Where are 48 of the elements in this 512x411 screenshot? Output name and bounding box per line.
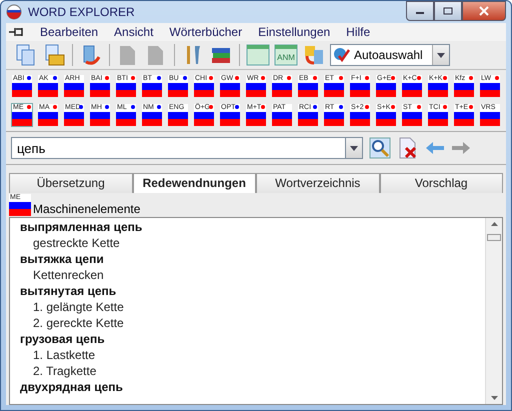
entry-translation: 2. gereckte Kette — [32, 315, 125, 331]
entry-term: грузовая цепь — [20, 331, 106, 347]
copy-icon[interactable] — [16, 44, 36, 66]
globe-check-icon — [333, 46, 351, 64]
search-field[interactable]: цепь — [11, 137, 345, 159]
close-button[interactable] — [462, 1, 506, 21]
entry-translation: gestreckte Kette — [32, 235, 121, 251]
scroll-down-icon[interactable] — [490, 396, 498, 400]
entry-term: выпрямленная цепь — [20, 219, 144, 235]
tab[interactable]: Wortverzeichnis — [256, 173, 380, 193]
scroll-up-icon[interactable] — [490, 222, 498, 226]
caret-icon — [437, 52, 445, 58]
card-icon[interactable]: ANM — [274, 44, 298, 66]
minimize-button[interactable] — [406, 1, 434, 21]
entry-term: вытянутая цепь — [20, 283, 118, 299]
flag-globe-icon — [6, 4, 22, 20]
forward-arrow-icon[interactable] — [451, 141, 471, 155]
menu-item[interactable]: Bearbeiten — [39, 25, 100, 39]
card-icon[interactable] — [246, 44, 270, 66]
menu-item[interactable]: Hilfe — [345, 25, 372, 39]
dictionary-name: Maschinenelemente — [33, 202, 140, 216]
window-title: WORD EXPLORER — [28, 5, 135, 19]
entry-term: вытяжка цепи — [20, 251, 105, 267]
search-icon[interactable] — [369, 137, 391, 159]
menu-item[interactable]: Ansicht — [113, 25, 154, 39]
close-icon — [479, 6, 489, 16]
back-arrow-icon[interactable] — [425, 141, 445, 155]
folder-icon[interactable] — [43, 44, 65, 66]
language-dropdown[interactable]: Autoauswahl — [330, 44, 450, 66]
menu-item[interactable]: Einstellungen — [257, 25, 332, 39]
entry-translation: Kettenrecken — [32, 267, 105, 283]
convert-icon[interactable] — [303, 44, 325, 66]
clear-icon[interactable] — [397, 137, 419, 159]
dropdown-button[interactable] — [345, 137, 363, 159]
scrollbar[interactable] — [485, 218, 502, 404]
menu-item[interactable]: Wörterbücher — [168, 25, 244, 39]
maximize-icon — [443, 7, 453, 15]
pin-icon[interactable] — [9, 27, 25, 37]
entry-translation: 2. Tragkette — [32, 363, 98, 379]
tab[interactable]: Übersetzung — [9, 173, 132, 193]
maximize-button[interactable] — [434, 1, 462, 21]
scroll-thumb[interactable] — [487, 234, 501, 241]
tab[interactable]: Vorschlag — [380, 173, 503, 193]
entry-term: двухрядная цепь — [20, 379, 124, 395]
entry-translation: 1. Lastkette — [32, 347, 96, 363]
tab[interactable]: Redewendnungen — [132, 173, 256, 193]
caret-icon — [350, 146, 358, 150]
entry-translation: 1. gelängte Kette — [32, 299, 125, 315]
